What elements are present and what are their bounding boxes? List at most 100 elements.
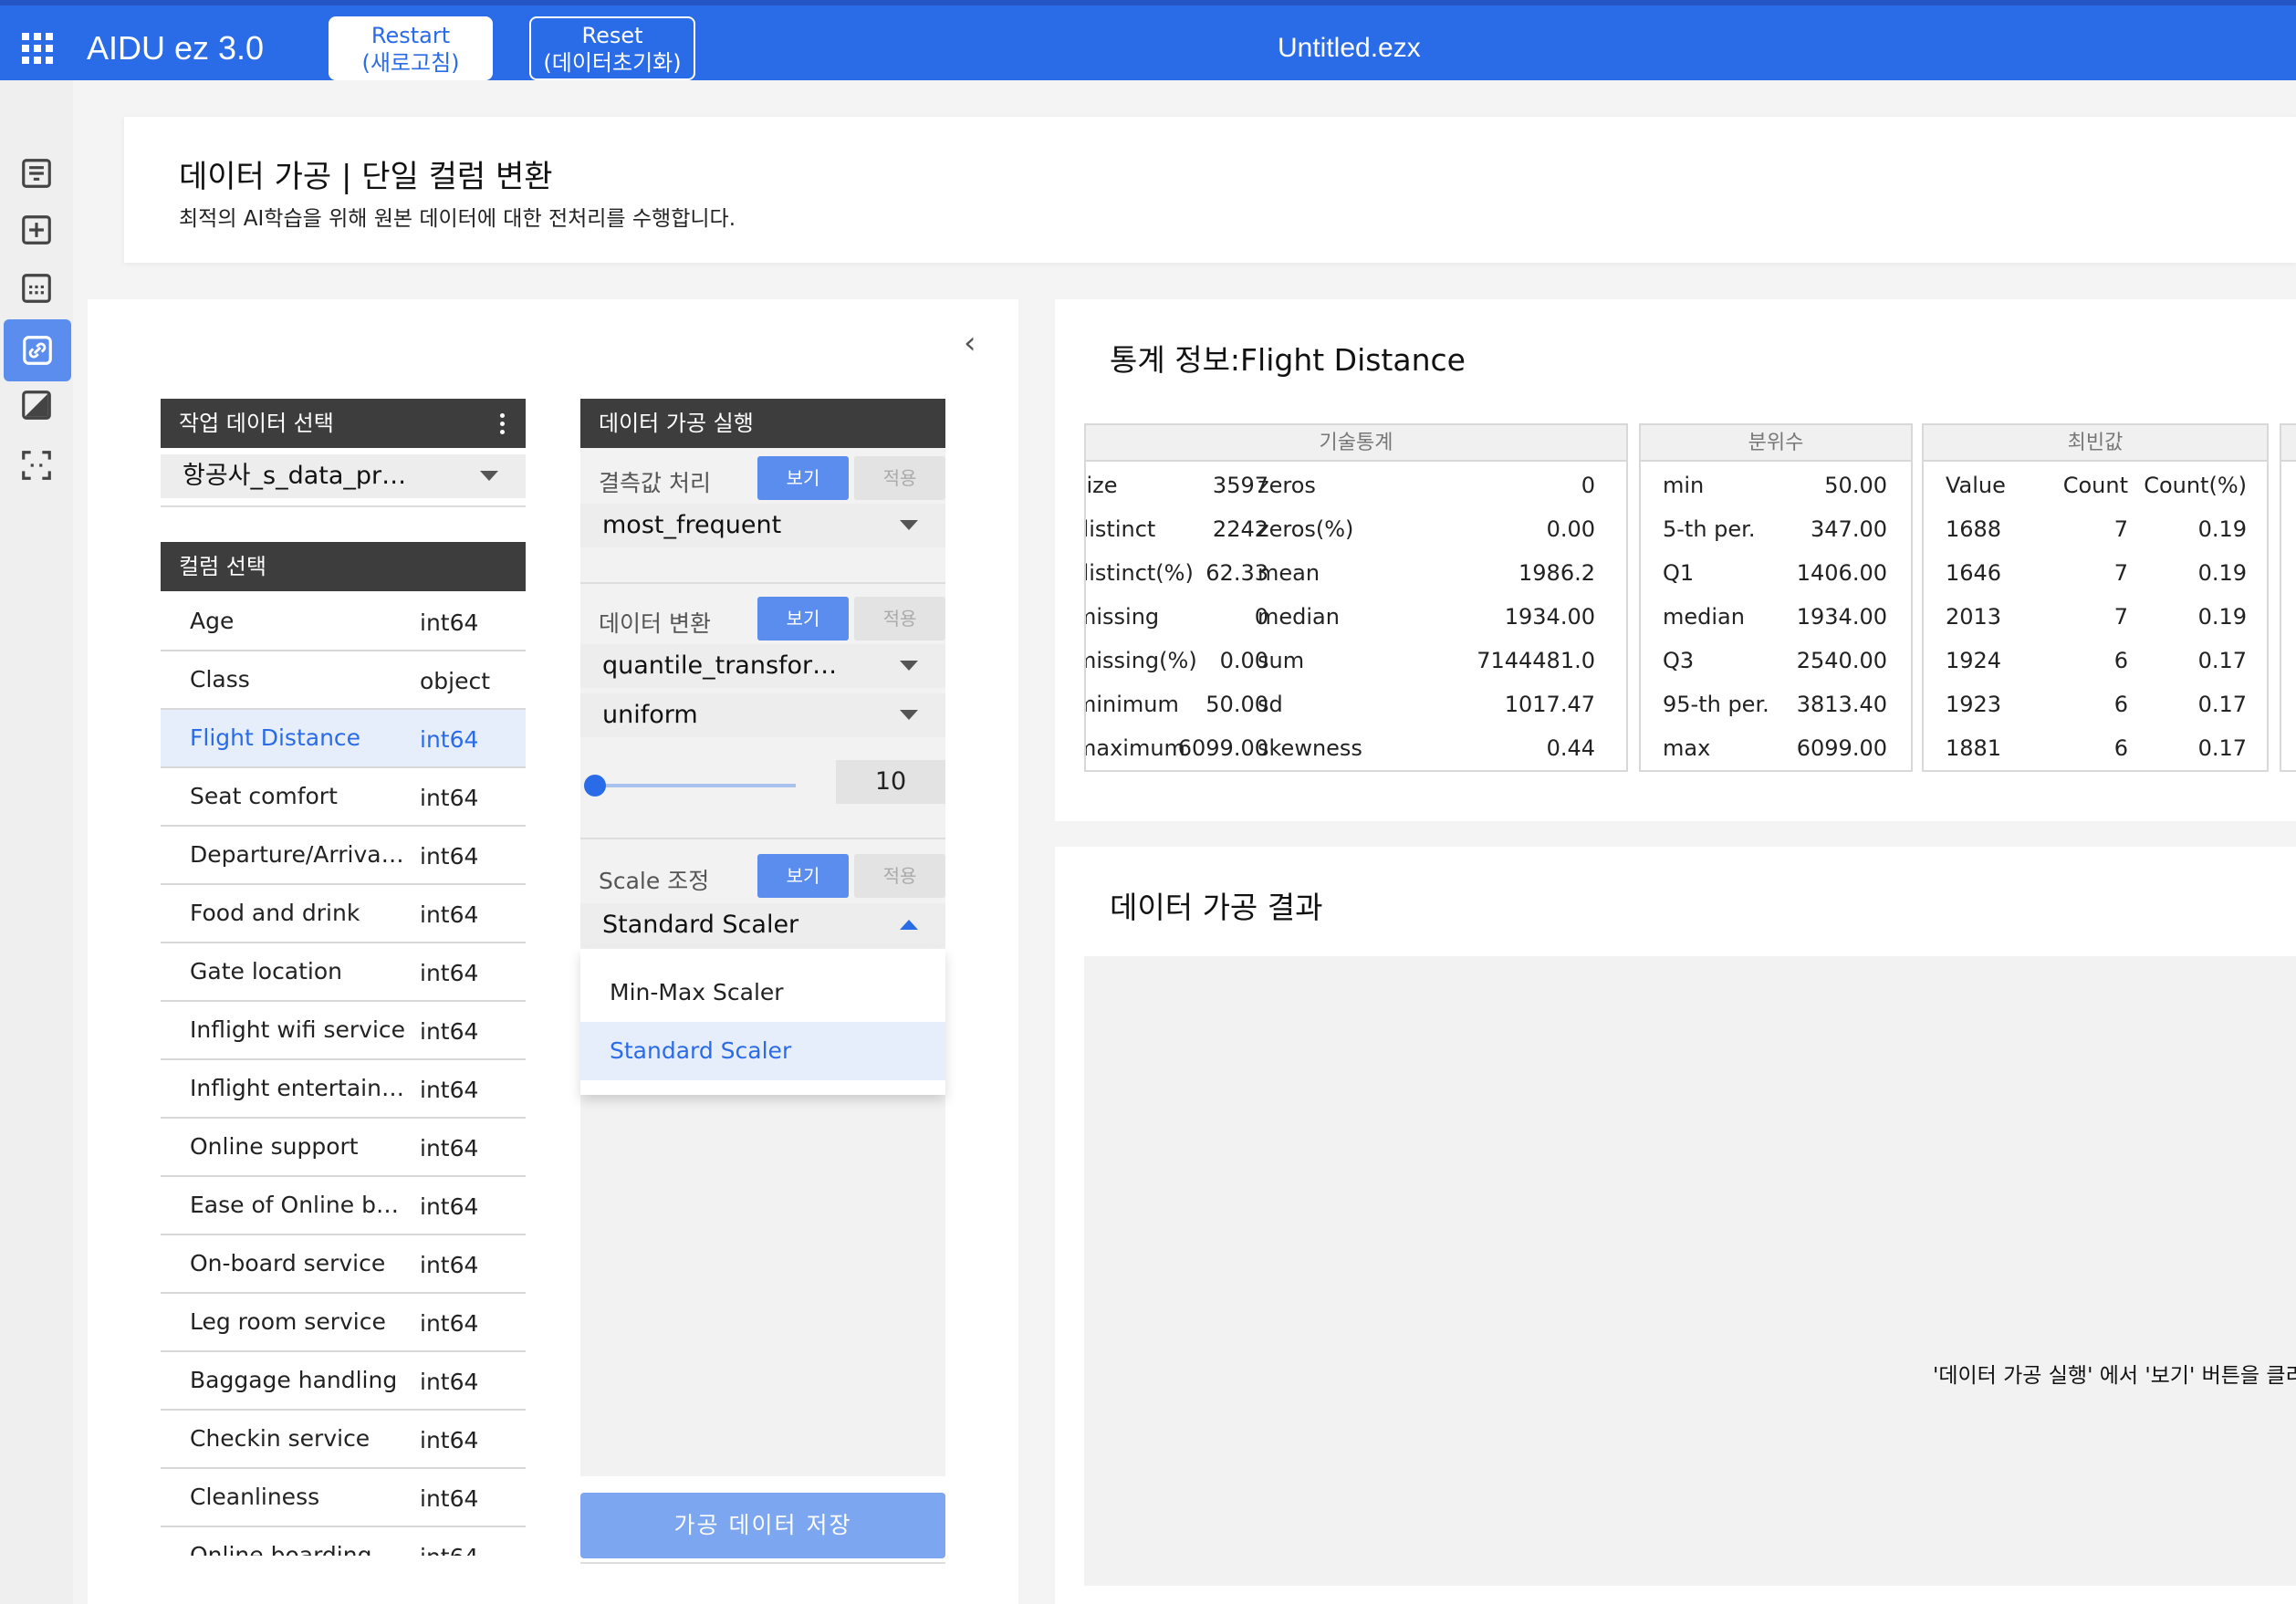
file-title: Untitled.ezx <box>1278 33 1421 63</box>
column-name: Inflight wifi service <box>190 1016 406 1043</box>
processing-header: 데이터 가공 실행 <box>580 399 945 448</box>
quantile-slider-track[interactable] <box>595 784 796 787</box>
column-select-heading: 컬럼 선택 <box>179 554 266 579</box>
stat-value: 7144481.0 <box>1477 648 1595 673</box>
column-type: object <box>420 668 491 694</box>
link-icon[interactable] <box>4 319 71 381</box>
page-header: 데이터 가공 | 단일 컬럼 변환 최적의 AI학습을 위해 원본 데이터에 대… <box>124 117 2296 263</box>
chart-icon[interactable] <box>16 385 57 425</box>
column-type: int64 <box>420 1018 479 1045</box>
stat-value: 2242 <box>1212 516 1268 542</box>
stat-value: 0.00 <box>1219 648 1268 673</box>
column-row[interactable]: Baggage handling int64 <box>161 1352 526 1411</box>
column-list[interactable]: Age int64 Class object Flight Distance int64 S… <box>161 593 526 1556</box>
column-row[interactable]: Departure/Arrival time convenient int64 <box>161 827 526 885</box>
stat-label: zeros(%) <box>1258 516 1354 542</box>
stat-label: skewness <box>1258 735 1362 761</box>
work-data-select[interactable]: 항공사_s_data_pr… <box>161 454 526 498</box>
work-data-value: 항공사_s_data_pr… <box>183 462 407 490</box>
mode-count: 7 <box>2113 516 2128 542</box>
column-type: int64 <box>420 1252 479 1278</box>
column-row[interactable]: Age int64 <box>161 593 526 651</box>
quantile-row: 5-th per. 347.00 <box>1641 505 1911 549</box>
stat-row: missing(%) 0.00 sum 7144481.0 <box>1086 637 1626 681</box>
quantile-row: median 1934.00 <box>1641 593 1911 637</box>
column-row[interactable]: Flight Distance int64 <box>161 710 526 768</box>
transform-section: 데이터 변환 보기 적용 <box>580 595 945 642</box>
scale-apply-button[interactable]: 적용 <box>854 854 945 898</box>
column-row[interactable]: On-board service int64 <box>161 1235 526 1294</box>
stat-row: minimum 50.00 sd 1017.47 <box>1086 681 1626 724</box>
stat-row: missing0median1934.00 <box>1086 593 1626 637</box>
column-name: Online support <box>190 1133 359 1160</box>
quantile-slider-handle[interactable] <box>584 775 606 797</box>
stat-row: distinct(%) 62.33 mean 1986.2 <box>1086 549 1626 593</box>
chevron-down-icon <box>900 661 918 671</box>
scale-select[interactable]: Standard Scaler <box>580 903 945 947</box>
column-row[interactable]: Cleanliness int64 <box>161 1469 526 1527</box>
collapse-chevron-icon[interactable]: ‹ <box>964 325 976 361</box>
dropdown-option-standard[interactable]: Standard Scaler <box>580 1022 945 1080</box>
mode-count: 7 <box>2113 604 2128 630</box>
stat-value: 0.00 <box>1546 516 1595 542</box>
mode-table: 최빈값 Value Count Count(%) 1688 7 0.19 1646 7 0.19… <box>1922 423 2269 772</box>
column-row[interactable]: Class object <box>161 651 526 710</box>
dropdown-option-minmax[interactable]: Min-Max Scaler <box>580 963 945 1022</box>
document-icon[interactable] <box>16 153 57 193</box>
column-name: Ease of Online booking <box>190 1192 409 1218</box>
mode-column-headers: Value Count Count(%) <box>1924 462 2267 505</box>
column-row[interactable]: Checkin service int64 <box>161 1411 526 1469</box>
column-row[interactable]: Inflight entertainment int64 <box>161 1060 526 1119</box>
reset-button[interactable]: Reset (데이터초기화) <box>529 16 695 80</box>
column-type: int64 <box>420 726 479 753</box>
column-row[interactable]: Ease of Online booking int64 <box>161 1177 526 1235</box>
scale-view-button[interactable]: 보기 <box>757 854 849 898</box>
column-row[interactable]: Inflight wifi service int64 <box>161 1002 526 1060</box>
apps-grid-icon[interactable] <box>22 33 53 64</box>
scan-icon[interactable] <box>16 445 57 485</box>
column-name: Class <box>190 666 250 693</box>
page-subtitle: 최적의 AI학습을 위해 원본 데이터에 대한 전처리를 수행합니다. <box>179 207 736 231</box>
column-type: int64 <box>420 785 479 811</box>
stat-label: sd <box>1258 692 1283 717</box>
transform-select[interactable]: quantile_transfor… <box>580 644 945 688</box>
quantile-value: 1934.00 <box>1796 604 1887 630</box>
add-box-icon[interactable] <box>16 210 57 250</box>
column-name: Flight Distance <box>190 724 361 751</box>
column-row[interactable]: Online support int64 <box>161 1119 526 1177</box>
column-row[interactable]: Gate location int64 <box>161 943 526 1002</box>
transform-apply-button[interactable]: 적용 <box>854 597 945 641</box>
column-name: On-board service <box>190 1250 386 1276</box>
quantile-value: 2540.00 <box>1796 648 1887 673</box>
quantile-value: 347.00 <box>1811 516 1887 542</box>
chevron-down-icon <box>900 520 918 530</box>
missing-section: 결측값 처리 보기 적용 <box>580 454 945 502</box>
column-type: int64 <box>420 1544 478 1556</box>
stat-row: distinct2242zeros(%)0.00 <box>1086 505 1626 549</box>
transform-view-button[interactable]: 보기 <box>757 597 849 641</box>
table-icon[interactable] <box>16 268 57 308</box>
missing-apply-button[interactable]: 적용 <box>854 456 945 500</box>
save-processed-data-button[interactable]: 가공 데이터 저장 <box>580 1493 945 1558</box>
divider <box>580 838 945 839</box>
column-row[interactable]: Leg room service int64 <box>161 1294 526 1352</box>
distribution-select[interactable]: uniform <box>580 693 945 737</box>
mode-col-header: Value <box>1946 473 2006 498</box>
stat-value: 0.44 <box>1546 735 1595 761</box>
column-row[interactable]: Online boarding int64 <box>161 1527 526 1556</box>
slider-value-input[interactable]: 10 <box>836 760 945 804</box>
processing-panel: 데이터 가공 실행 결측값 처리 보기 적용 most_frequent 데이터… <box>580 399 945 1564</box>
mode-value: 1923 <box>1946 692 2002 717</box>
mode-value: 1881 <box>1946 735 2002 761</box>
missing-view-button[interactable]: 보기 <box>757 456 849 500</box>
processing-heading: 데이터 가공 실행 <box>599 411 754 436</box>
column-row[interactable]: Food and drink int64 <box>161 885 526 943</box>
column-row[interactable]: Seat comfort int64 <box>161 768 526 827</box>
missing-select[interactable]: most_frequent <box>580 504 945 547</box>
restart-button[interactable]: Restart (새로고침) <box>329 16 493 80</box>
quantile-label: 5-th per. <box>1663 516 1756 542</box>
result-message: '데이터 가공 실행' 에서 '보기' 버튼을 클리 <box>1933 1364 2296 1388</box>
descriptive-heading: 기술통계 <box>1086 425 1626 462</box>
quantile-label: Q3 <box>1663 648 1695 673</box>
more-vert-icon[interactable] <box>500 413 506 438</box>
